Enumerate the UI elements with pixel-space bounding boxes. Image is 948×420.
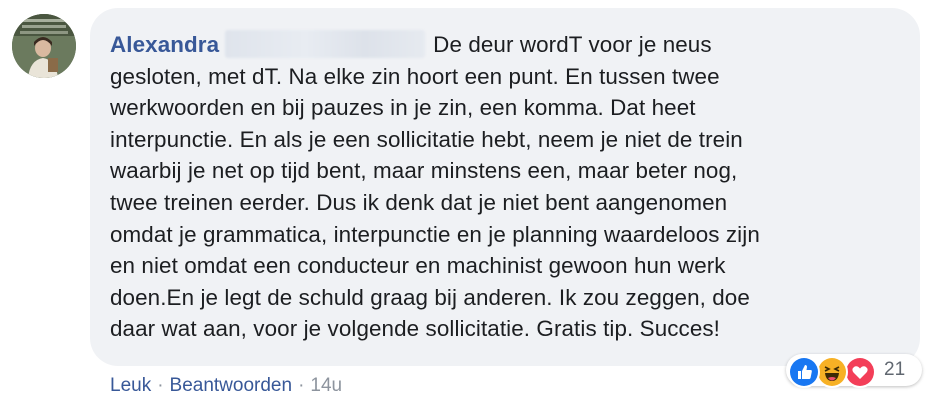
haha-icon xyxy=(816,356,848,388)
comment-body: Alexandra De deur wordT voor je neus gesl… xyxy=(110,29,910,345)
like-link[interactable]: Leuk xyxy=(110,375,151,396)
reaction-count: 21 xyxy=(884,359,906,380)
author-name[interactable]: Alexandra xyxy=(110,32,219,57)
reply-link[interactable]: Beantwoorden xyxy=(170,375,293,396)
avatar[interactable] xyxy=(12,14,76,78)
reactions-summary[interactable]: 21 xyxy=(786,354,922,388)
comment-line: interpunctie. En als je een sollicitatie… xyxy=(110,126,743,152)
timestamp[interactable]: 14u xyxy=(310,375,342,396)
comment-actions: Leuk · Beantwoorden · 14u xyxy=(110,372,342,400)
like-icon xyxy=(788,356,820,388)
comment-line: waarbij je net op tijd bent, maar minste… xyxy=(110,158,738,184)
avatar-image xyxy=(12,14,76,78)
comment-line: doen.En je legt de schuld graag bij ande… xyxy=(110,284,750,310)
separator: · xyxy=(157,375,164,396)
comment-line: daar wat aan, voor je volgende sollicita… xyxy=(110,316,721,342)
comment-line: twee treinen eerder. Dus ik denk dat je … xyxy=(110,189,728,215)
comment-line: en niet omdat een conducteur en machinis… xyxy=(110,253,726,279)
comment-line: omdat je grammatica, interpunctie en je … xyxy=(110,221,760,247)
love-icon xyxy=(844,356,876,388)
separator: · xyxy=(298,375,305,396)
redacted-surname xyxy=(225,30,426,58)
comment-line: werkwoorden en bij pauzes in je zin, een… xyxy=(110,95,696,121)
comment-line: Alexandra De deur wordT voor je neus xyxy=(110,30,712,58)
comment-line: gesloten, met dT. Na elke zin hoort een … xyxy=(110,63,720,89)
